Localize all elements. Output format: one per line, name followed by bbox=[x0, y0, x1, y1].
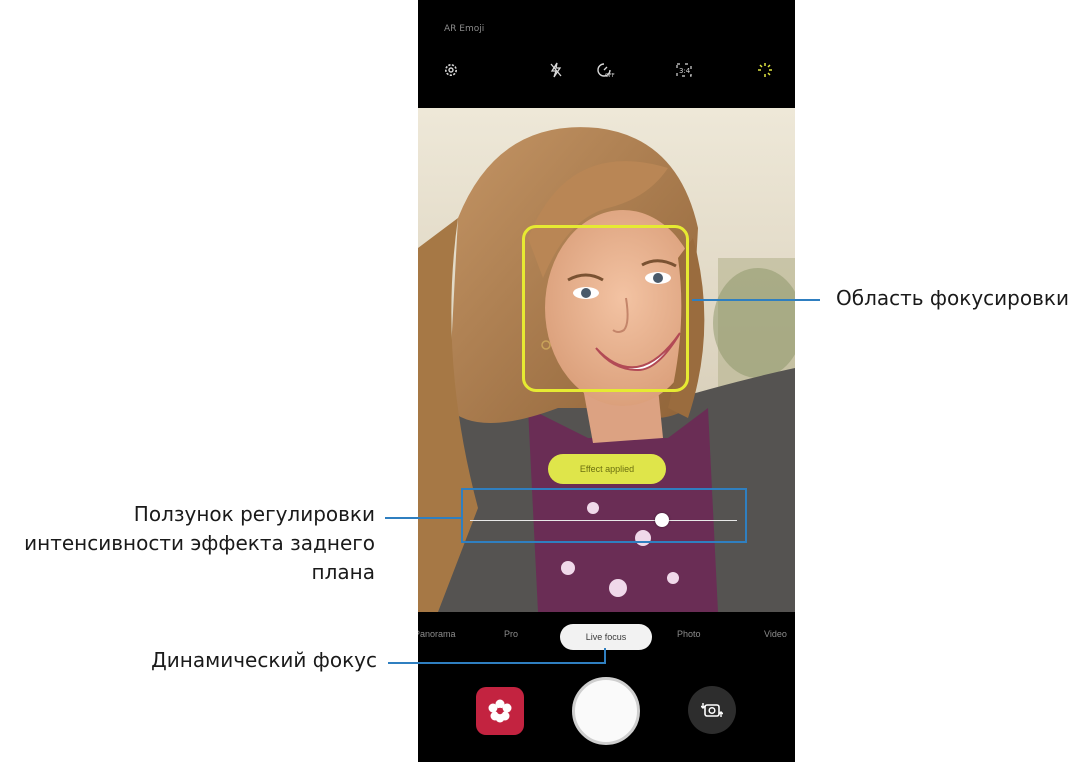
mode-photo[interactable]: Photo bbox=[677, 629, 701, 639]
effect-applied-badge: Effect applied bbox=[548, 454, 666, 484]
switch-camera-icon bbox=[701, 703, 723, 717]
switch-camera-button[interactable] bbox=[688, 686, 736, 734]
live-focus-label: Динамический фокус bbox=[151, 648, 377, 672]
mode-panorama[interactable]: Panorama bbox=[418, 629, 456, 639]
slider-label-line-2: интенсивности эффекта заднего bbox=[24, 531, 375, 555]
focus-area-label: Область фокусировки bbox=[836, 286, 1069, 310]
mode-pro[interactable]: Pro bbox=[504, 629, 518, 639]
camera-screen: AR Emoji OFF 3:4 Effect applied Panorama… bbox=[418, 0, 795, 762]
live-focus-callout-line bbox=[388, 662, 606, 664]
slider-label-line-3: плана bbox=[311, 560, 375, 584]
focus-area-callout-line bbox=[692, 299, 820, 301]
status-bar-text: AR Emoji bbox=[444, 24, 485, 34]
slider-label-line-1: Ползунок регулировки bbox=[133, 502, 375, 526]
slider-highlight-box bbox=[461, 488, 747, 543]
settings-icon[interactable] bbox=[439, 58, 463, 82]
camera-mode-selector: Panorama Pro Live focus Photo Video bbox=[418, 612, 795, 662]
ratio-3-4-icon[interactable]: 3:4 bbox=[672, 58, 696, 82]
focus-area-frame[interactable] bbox=[522, 225, 689, 392]
shutter-button[interactable] bbox=[572, 677, 640, 745]
flower-icon bbox=[488, 699, 512, 723]
live-focus-callout-connector bbox=[604, 648, 606, 664]
slider-callout-line bbox=[385, 517, 462, 519]
mode-video[interactable]: Video bbox=[764, 629, 787, 639]
timer-off-icon[interactable]: OFF bbox=[594, 58, 618, 82]
camera-toolbar: OFF 3:4 bbox=[418, 52, 795, 88]
flash-off-icon[interactable] bbox=[544, 58, 568, 82]
slider-label: Ползунок регулировки интенсивности эффек… bbox=[0, 500, 375, 587]
bixby-vision-button[interactable] bbox=[476, 687, 524, 735]
svg-text:OFF: OFF bbox=[605, 73, 615, 78]
svg-text:3:4: 3:4 bbox=[679, 67, 691, 75]
mode-live-focus[interactable]: Live focus bbox=[560, 624, 652, 650]
filter-effects-icon[interactable] bbox=[753, 58, 777, 82]
